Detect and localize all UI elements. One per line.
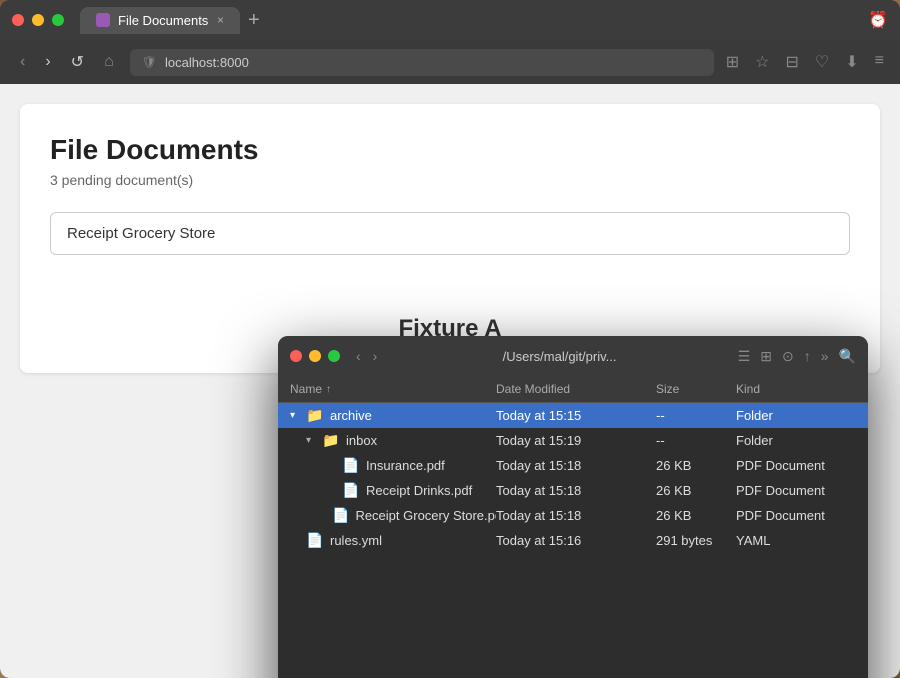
finder-share-icon[interactable]: ↑	[804, 348, 811, 364]
row-kind-drinks: PDF Document	[736, 483, 856, 498]
finder-nav: ‹ ›	[352, 346, 381, 366]
browser-content: File Documents 3 pending document(s) Fix…	[0, 84, 900, 678]
row-date-archive: Today at 15:15	[496, 408, 656, 423]
address-text: localhost:8000	[165, 55, 249, 70]
active-tab[interactable]: File Documents ×	[80, 7, 240, 34]
back-button[interactable]: ‹	[16, 49, 29, 75]
address-bar[interactable]: 🛡 localhost:8000	[130, 49, 714, 76]
finder-grid-view-icon[interactable]: ⊞	[760, 348, 772, 365]
row-kind-insurance: PDF Document	[736, 458, 856, 473]
finder-toolbar-right: ☰ ⊞ ⊙ ↑ » 🔍	[738, 348, 856, 365]
grid-icon[interactable]: ⊞	[726, 52, 739, 72]
finder-forward-button[interactable]: ›	[369, 346, 382, 366]
tab-bar: File Documents × +	[80, 7, 868, 34]
row-date-rules: Today at 15:16	[496, 533, 656, 548]
row-date-drinks: Today at 15:18	[496, 483, 656, 498]
finder-row-inbox[interactable]: ▾ 📁 inbox Today at 15:19 -- Folder	[278, 428, 868, 453]
folder-icon-inbox: 📁	[322, 432, 340, 449]
row-size-grocery: 26 KB	[656, 508, 736, 523]
folder-icon-archive: 📁	[306, 407, 324, 424]
browser-traffic-lights	[12, 14, 64, 26]
finder-title-bar: ‹ › /Users/mal/git/priv... ☰ ⊞ ⊙ ↑ » 🔍	[278, 336, 868, 376]
pdf-icon-insurance: 📄	[342, 457, 360, 474]
finder-back-button[interactable]: ‹	[352, 346, 365, 366]
nav-bar: ‹ › ↺ ⌂ 🛡 localhost:8000 ⊞ ☆ ⊟ ♡ ⬇ ≡	[0, 40, 900, 84]
sort-arrow: ↑	[326, 384, 331, 395]
tab-title: File Documents	[118, 13, 208, 28]
page-subtitle: 3 pending document(s)	[50, 172, 850, 188]
tab-favicon	[96, 13, 110, 27]
refresh-button[interactable]: ↺	[67, 48, 88, 76]
browser-window: File Documents × + ⏰ ‹ › ↺ ⌂ 🛡 localhost…	[0, 0, 900, 678]
download-icon[interactable]: ⬇	[845, 52, 858, 72]
header-date-modified[interactable]: Date Modified	[496, 382, 656, 396]
finder-column-headers: Name ↑ Date Modified Size Kind	[278, 376, 868, 403]
pdf-icon-grocery: 📄	[332, 507, 349, 524]
finder-maximize-button[interactable]	[328, 350, 340, 362]
row-name-archive: archive	[330, 408, 372, 423]
finder-row-insurance[interactable]: 📄 Insurance.pdf Today at 15:18 26 KB PDF…	[278, 453, 868, 478]
row-kind-rules: YAML	[736, 533, 856, 548]
row-name-insurance: Insurance.pdf	[366, 458, 445, 473]
row-kind-archive: Folder	[736, 408, 856, 423]
finder-list-view-icon[interactable]: ☰	[738, 348, 751, 365]
menu-icon[interactable]: ≡	[875, 52, 884, 72]
layout-icon[interactable]: ⊟	[786, 52, 799, 72]
row-date-inbox: Today at 15:19	[496, 433, 656, 448]
web-page: File Documents 3 pending document(s) Fix…	[20, 104, 880, 373]
finder-window: ‹ › /Users/mal/git/priv... ☰ ⊞ ⊙ ↑ » 🔍 N…	[278, 336, 868, 678]
alarm-icon: ⏰	[868, 10, 888, 30]
expand-arrow-inbox: ▾	[306, 435, 316, 446]
header-name[interactable]: Name ↑	[290, 382, 496, 396]
row-size-drinks: 26 KB	[656, 483, 736, 498]
row-kind-inbox: Folder	[736, 433, 856, 448]
new-tab-button[interactable]: +	[248, 10, 260, 30]
finder-body: ▾ 📁 archive Today at 15:15 -- Folder ▾ 📁…	[278, 403, 868, 678]
row-name-rules: rules.yml	[330, 533, 382, 548]
browser-minimize-button[interactable]	[32, 14, 44, 26]
finder-row-archive[interactable]: ▾ 📁 archive Today at 15:15 -- Folder	[278, 403, 868, 428]
browser-maximize-button[interactable]	[52, 14, 64, 26]
header-kind[interactable]: Kind	[736, 382, 856, 396]
finder-minimize-button[interactable]	[309, 350, 321, 362]
row-size-insurance: 26 KB	[656, 458, 736, 473]
row-size-inbox: --	[656, 433, 736, 448]
heart-icon[interactable]: ♡	[815, 52, 829, 72]
finder-row-rules[interactable]: 📄 rules.yml Today at 15:16 291 bytes YAM…	[278, 528, 868, 553]
header-size[interactable]: Size	[656, 382, 736, 396]
finder-close-button[interactable]	[290, 350, 302, 362]
home-button[interactable]: ⌂	[100, 49, 118, 75]
bookmark-icon[interactable]: ☆	[755, 52, 769, 72]
nav-right-icons: ⊞ ☆ ⊟ ♡ ⬇ ≡	[726, 52, 884, 72]
finder-row-receipt-grocery[interactable]: 📄 Receipt Grocery Store.pdf Today at 15:…	[278, 503, 868, 528]
row-size-rules: 291 bytes	[656, 533, 736, 548]
title-bar: File Documents × + ⏰	[0, 0, 900, 40]
row-kind-grocery: PDF Document	[736, 508, 856, 523]
forward-button[interactable]: ›	[41, 49, 54, 75]
row-name-drinks: Receipt Drinks.pdf	[366, 483, 472, 498]
yaml-icon-rules: 📄	[306, 532, 324, 549]
row-date-insurance: Today at 15:18	[496, 458, 656, 473]
finder-path: /Users/mal/git/priv...	[381, 349, 737, 364]
finder-row-receipt-drinks[interactable]: 📄 Receipt Drinks.pdf Today at 15:18 26 K…	[278, 478, 868, 503]
row-name-inbox: inbox	[346, 433, 377, 448]
row-date-grocery: Today at 15:18	[496, 508, 656, 523]
finder-action-icon[interactable]: ⊙	[782, 348, 794, 365]
tab-close-button[interactable]: ×	[217, 13, 224, 27]
finder-traffic-lights	[290, 350, 340, 362]
pdf-icon-drinks: 📄	[342, 482, 360, 499]
shield-icon: 🛡	[142, 55, 157, 69]
row-size-archive: --	[656, 408, 736, 423]
document-name-input[interactable]	[50, 212, 850, 255]
finder-more-icon[interactable]: »	[821, 348, 829, 364]
browser-close-button[interactable]	[12, 14, 24, 26]
page-title: File Documents	[50, 134, 850, 166]
expand-arrow-archive: ▾	[290, 410, 300, 421]
row-name-grocery: Receipt Grocery Store.pdf	[355, 508, 496, 523]
finder-search-icon[interactable]: 🔍	[839, 348, 856, 365]
